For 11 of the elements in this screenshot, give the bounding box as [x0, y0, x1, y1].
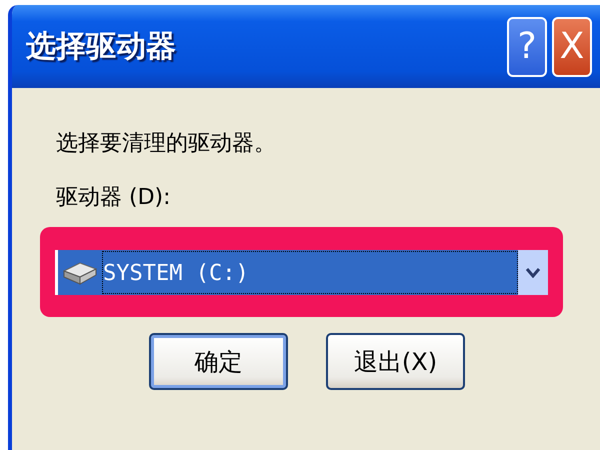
chevron-down-icon: [525, 266, 541, 278]
drive-label: 驱动器 (D):: [56, 184, 172, 212]
dialog-button[interactable]: 退出(X): [326, 333, 465, 390]
prompt-text: 选择要清理的驱动器。: [56, 130, 277, 158]
help-button[interactable]: ?: [507, 16, 547, 76]
drive-dropdown[interactable]: SYSTEM (C:): [55, 250, 548, 294]
dialog-button[interactable]: 确定: [149, 333, 288, 390]
close-button[interactable]: X: [552, 16, 592, 76]
dropdown-arrow-button[interactable]: [518, 250, 548, 294]
dropdown-value: SYSTEM (C:): [102, 250, 518, 294]
window-title: 选择驱动器: [26, 28, 176, 66]
